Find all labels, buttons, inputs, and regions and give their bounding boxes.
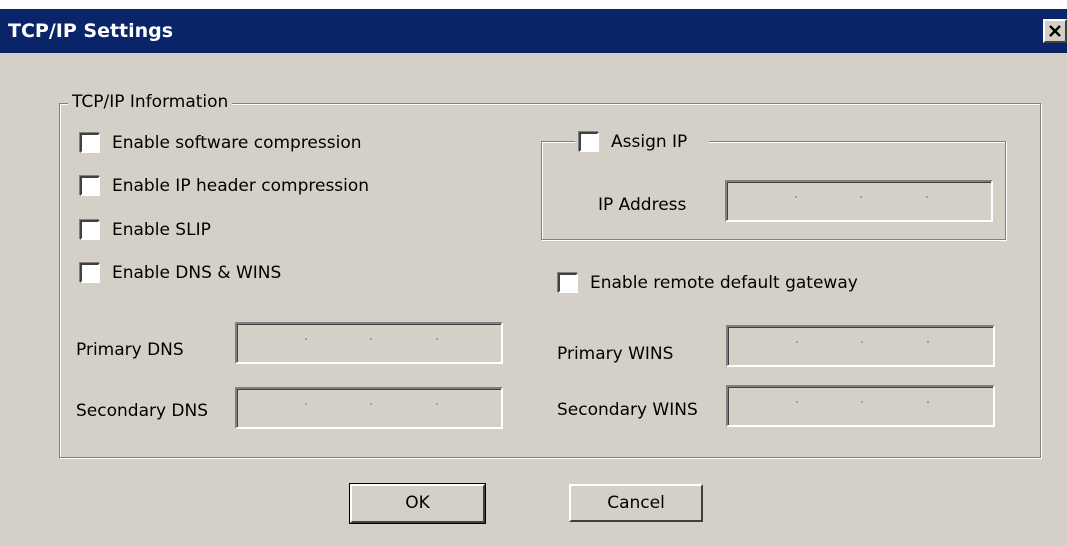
- secondary-wins-label: Secondary WINS: [557, 400, 698, 420]
- primary-dns-field[interactable]: [235, 322, 503, 364]
- remote-gateway-checkbox[interactable]: [558, 273, 578, 293]
- tcpip-information-legend: TCP/IP Information: [68, 92, 233, 112]
- primary-wins-label: Primary WINS: [557, 344, 674, 364]
- assign-ip-checkbox[interactable]: [579, 132, 599, 152]
- ok-button[interactable]: OK: [349, 483, 486, 524]
- secondary-wins-field[interactable]: [726, 385, 995, 427]
- ip-address-label: IP Address: [598, 195, 687, 215]
- dns-wins-checkbox[interactable]: [80, 263, 100, 283]
- slip-option[interactable]: Enable SLIP: [80, 220, 230, 242]
- close-button[interactable]: [1043, 19, 1067, 43]
- secondary-dns-label: Secondary DNS: [76, 401, 209, 421]
- remote-gateway-option[interactable]: Enable remote default gateway: [558, 273, 868, 295]
- ip-header-compression-label: Enable IP header compression: [112, 176, 370, 196]
- assign-ip-label: Assign IP: [611, 132, 688, 152]
- cancel-button[interactable]: Cancel: [569, 484, 703, 522]
- dns-wins-label: Enable DNS & WINS: [112, 263, 282, 283]
- software-compression-option[interactable]: Enable software compression: [80, 133, 380, 155]
- window-title: TCP/IP Settings: [8, 20, 174, 42]
- slip-checkbox[interactable]: [80, 220, 100, 240]
- primary-dns-label: Primary DNS: [76, 340, 184, 360]
- secondary-dns-field[interactable]: [235, 387, 503, 429]
- close-icon: [1049, 25, 1061, 37]
- ip-header-compression-option[interactable]: Enable IP header compression: [80, 176, 390, 198]
- ip-address-field[interactable]: [725, 180, 993, 222]
- software-compression-label: Enable software compression: [112, 133, 362, 153]
- remote-gateway-label: Enable remote default gateway: [590, 273, 858, 293]
- ip-header-compression-checkbox[interactable]: [80, 176, 100, 196]
- dns-wins-option[interactable]: Enable DNS & WINS: [80, 263, 310, 285]
- slip-label: Enable SLIP: [112, 220, 211, 240]
- title-bar[interactable]: TCP/IP Settings: [0, 9, 1067, 53]
- tcpip-settings-dialog: TCP/IP Settings TCP/IP Information Enabl…: [0, 9, 1067, 546]
- assign-ip-option[interactable]: Assign IP: [575, 132, 709, 154]
- software-compression-checkbox[interactable]: [80, 133, 100, 153]
- primary-wins-field[interactable]: [726, 325, 995, 367]
